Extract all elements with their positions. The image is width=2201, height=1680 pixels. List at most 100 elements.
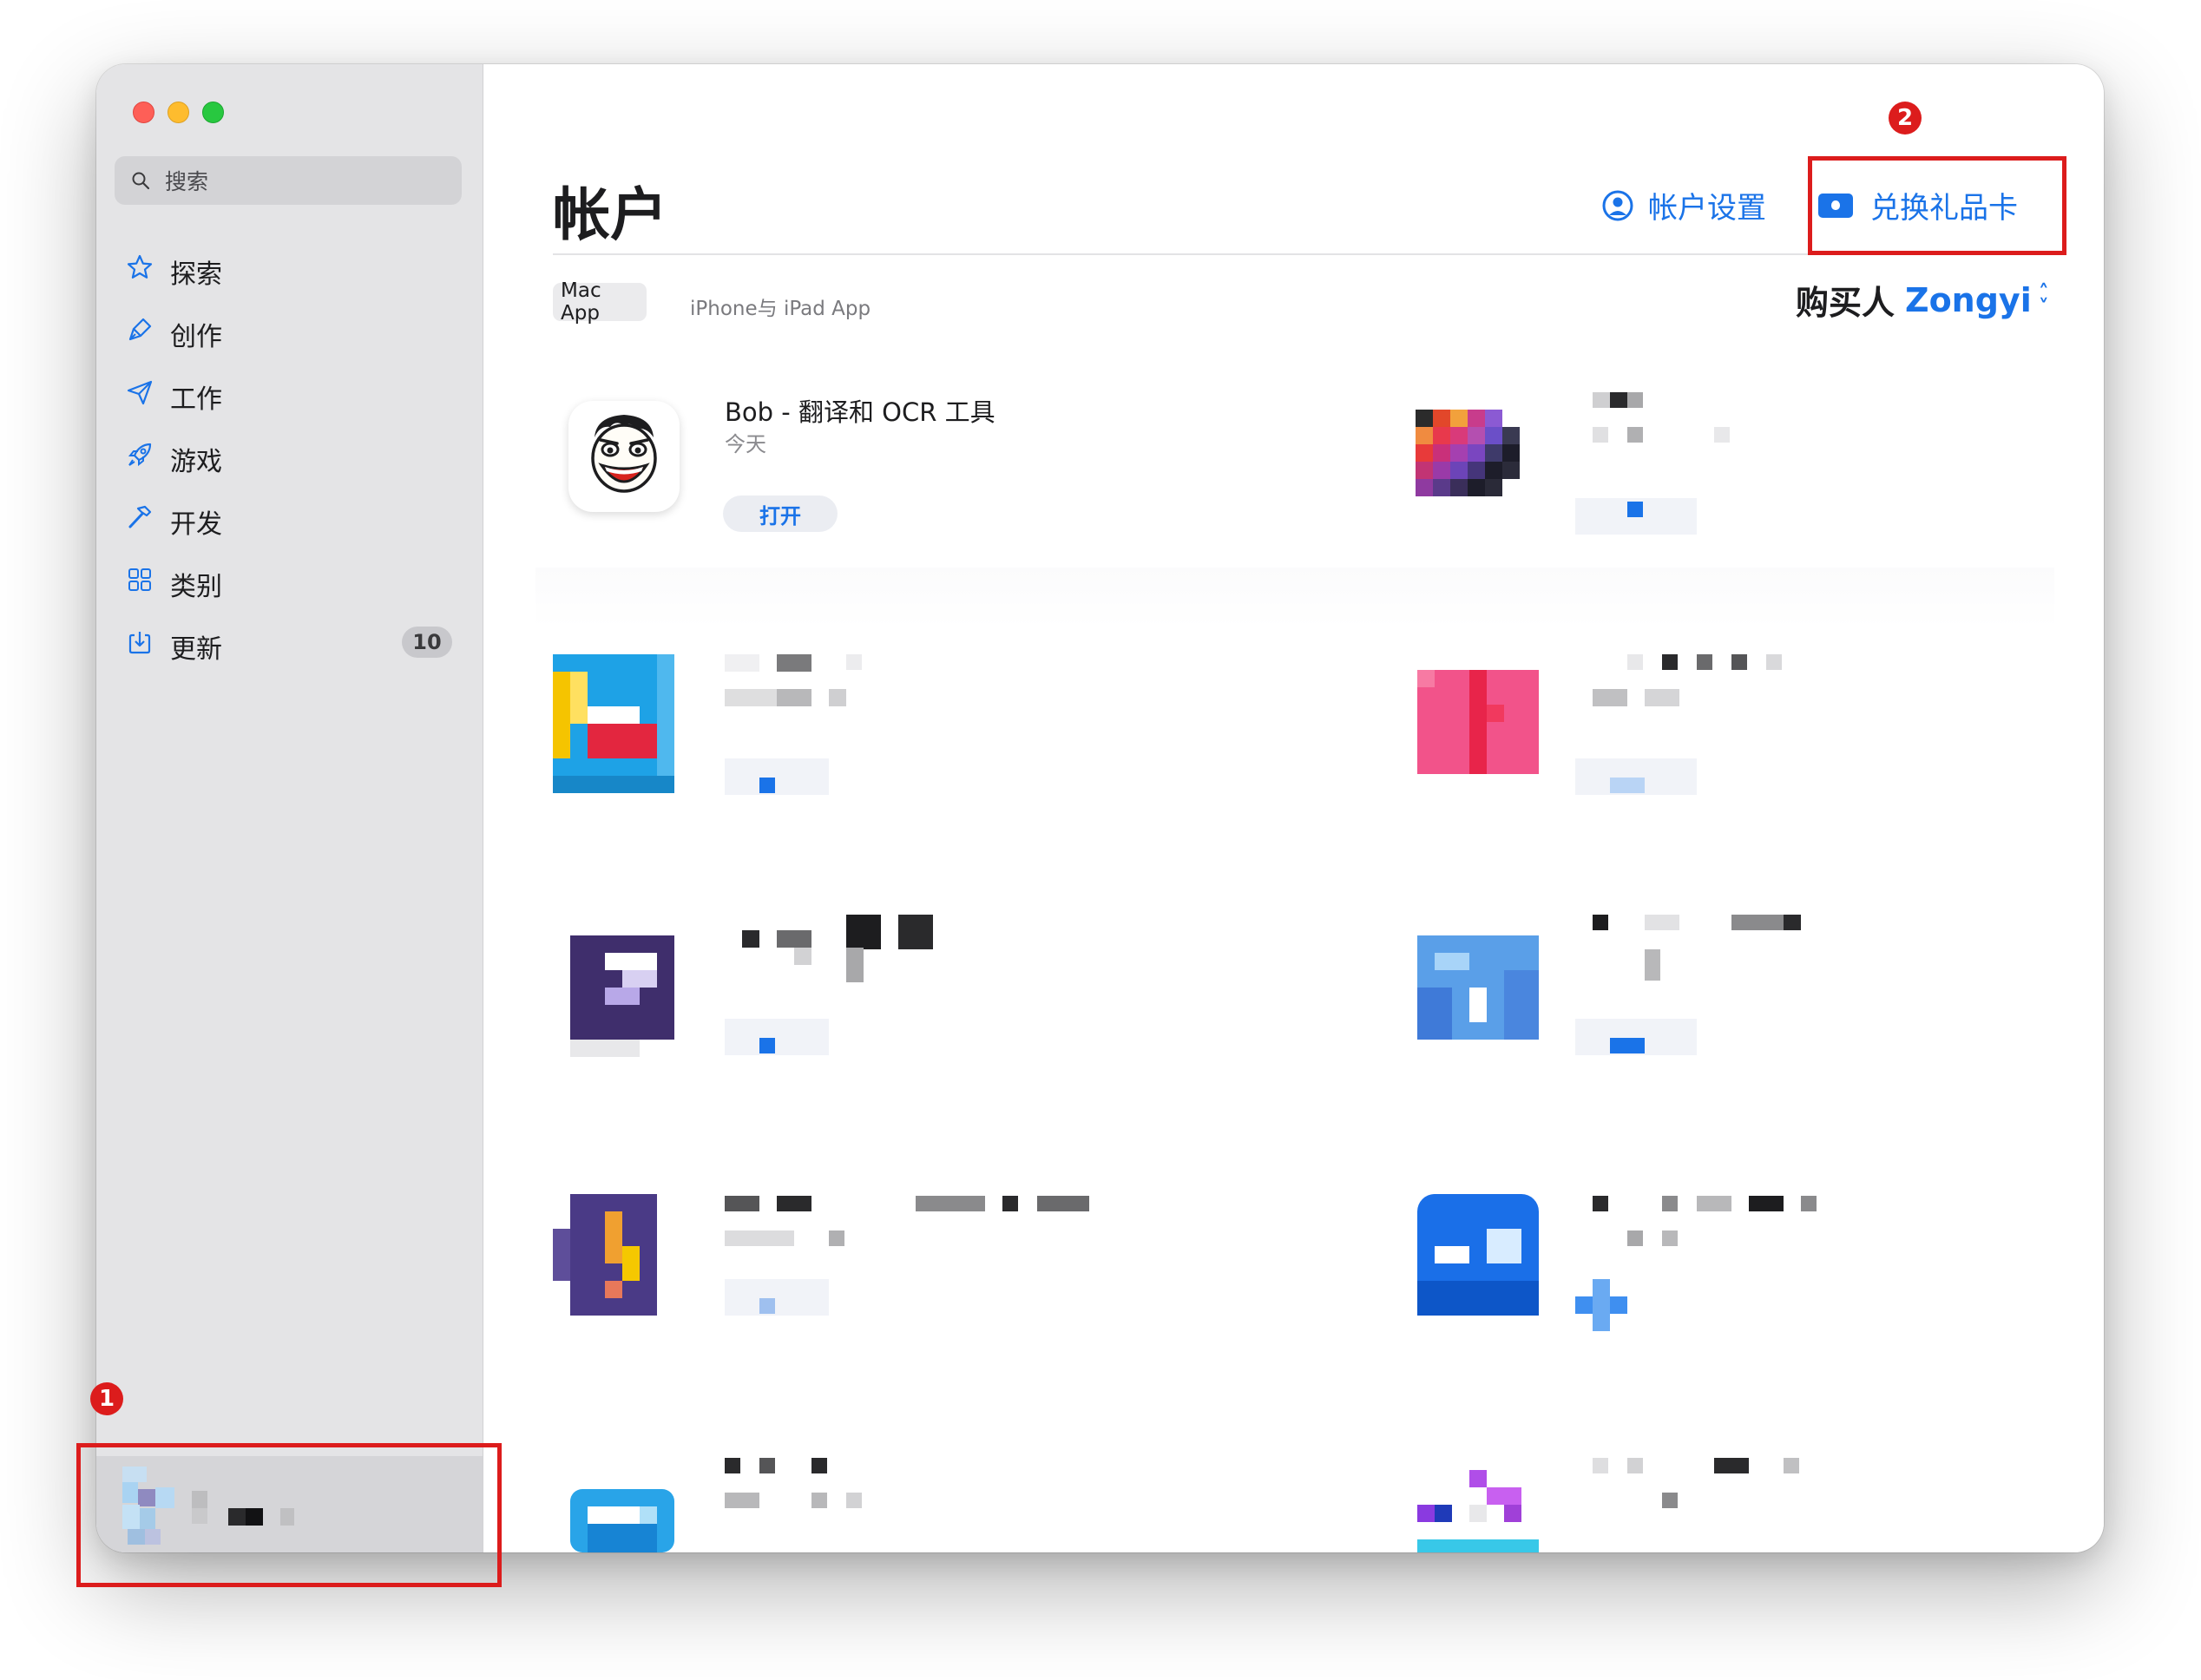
app-name-blurred <box>742 930 759 948</box>
sidebar-item-label: 更新 <box>170 634 222 665</box>
search-input[interactable]: 搜索 <box>115 156 462 205</box>
app-date-blurred <box>829 689 846 706</box>
app-date-blurred <box>1627 1230 1643 1246</box>
grid-icon <box>128 568 151 591</box>
paperplane-icon <box>127 380 153 405</box>
sidebar-item-label: 开发 <box>170 509 222 540</box>
app-action-button-blurred[interactable] <box>725 1279 829 1316</box>
app-date-blurred <box>811 1493 827 1508</box>
app-name-blurred <box>1749 1196 1784 1211</box>
app-icon-blurred[interactable] <box>1417 670 1539 791</box>
app-name-blurred <box>1697 1196 1731 1211</box>
brush-icon <box>128 318 152 341</box>
app-store-window: 搜索 探索 创作 工作 游戏 开发 类别 更新 10 帐户 帐户设置 兑换礼品卡… <box>96 64 2104 1552</box>
sidebar-item-work[interactable]: 工作 <box>96 366 483 418</box>
search-placeholder: 搜索 <box>165 169 209 194</box>
buyer-selector[interactable]: 购买人 Zongyi ˄ ˅ <box>1796 276 2049 324</box>
buyer-name: Zongyi <box>1905 280 2032 319</box>
tab-mac-app[interactable]: Mac App <box>553 279 647 325</box>
app-name-blurred <box>811 1458 827 1473</box>
app-icon-blurred[interactable] <box>570 935 692 1057</box>
app-action-button-blurred <box>759 778 775 793</box>
app-name-blurred <box>916 1196 985 1211</box>
close-window-button[interactable] <box>133 102 154 123</box>
sidebar-item-label: 工作 <box>170 384 222 415</box>
person-circle-icon <box>1602 190 1633 220</box>
callout-box-1 <box>76 1443 502 1587</box>
app-name-blurred <box>1697 654 1712 670</box>
app-name-blurred <box>1627 1458 1643 1473</box>
app-icon-blurred[interactable] <box>1417 1470 1539 1552</box>
app-name-blurred <box>1593 915 1608 930</box>
app-icon-blurred[interactable] <box>1417 1194 1539 1316</box>
sidebar-item-explore[interactable]: 探索 <box>96 241 483 293</box>
account-page: 帐户 帐户设置 兑换礼品卡 Mac App iPhone与 iPad App 购… <box>483 64 2104 1552</box>
hammer-icon <box>128 505 152 528</box>
app-name-blurred <box>846 654 862 670</box>
row-separator <box>535 568 2054 628</box>
callout-number-2: 2 <box>1889 102 1922 135</box>
app-date-blurred <box>1645 689 1679 706</box>
app-date-blurred <box>1662 1493 1678 1508</box>
sidebar-item-label: 探索 <box>170 259 222 290</box>
app-name-blurred <box>777 930 811 948</box>
app-name: Bob - 翻译和 OCR 工具 <box>725 397 995 427</box>
app-icon-blurred[interactable] <box>570 1472 692 1552</box>
app-name-blurred <box>777 654 811 672</box>
app-date-blurred <box>1627 427 1643 443</box>
minimize-window-button[interactable] <box>168 102 189 123</box>
app-name-blurred <box>1627 654 1643 670</box>
app-action-button-blurred <box>1610 778 1645 793</box>
account-settings-label: 帐户设置 <box>1648 191 1766 226</box>
app-name-blurred <box>1593 1196 1608 1211</box>
sidebar-item-develop[interactable]: 开发 <box>96 491 483 543</box>
sidebar-item-games[interactable]: 游戏 <box>96 429 483 481</box>
rocket-icon <box>128 443 152 467</box>
sidebar-item-label: 创作 <box>170 322 222 352</box>
account-settings-button[interactable]: 帐户设置 <box>1601 184 1766 226</box>
download-icon <box>128 632 151 654</box>
app-icon-blurred[interactable] <box>553 1194 674 1316</box>
app-icon-blurred[interactable] <box>553 654 674 793</box>
sidebar-item-label: 类别 <box>170 572 222 602</box>
app-name-blurred <box>1037 1196 1089 1211</box>
buyer-prefix: 购买人 <box>1796 284 1895 322</box>
sidebar-item-create[interactable]: 创作 <box>96 304 483 356</box>
app-date-blurred <box>829 1230 844 1246</box>
sidebar-item-label: 游戏 <box>170 447 222 477</box>
app-icon-blurred[interactable] <box>1416 410 1537 531</box>
sidebar-item-updates[interactable]: 更新 10 <box>96 616 483 668</box>
app-action-button-blurred <box>1610 1038 1645 1053</box>
chevron-up-down-icon: ˄ ˅ <box>2038 279 2049 319</box>
callout-number-1: 1 <box>90 1382 123 1415</box>
app-name-blurred <box>725 1196 759 1211</box>
app-action-button-blurred[interactable] <box>725 758 829 795</box>
zoom-window-button[interactable] <box>202 102 224 123</box>
app-action-button-blurred <box>759 1298 775 1314</box>
app-date-blurred <box>725 689 777 706</box>
app-purchase-date: 今天 <box>725 432 766 456</box>
open-app-button[interactable]: 打开 <box>723 495 838 532</box>
app-name-blurred <box>1731 654 1747 670</box>
app-icon-blurred[interactable] <box>1417 935 1539 1057</box>
app-date-blurred <box>725 1230 794 1246</box>
app-action-button-blurred <box>759 1038 775 1053</box>
bob-face-icon <box>591 415 657 493</box>
bob-app-icon[interactable] <box>568 401 680 512</box>
app-action-button-blurred[interactable] <box>725 1019 829 1055</box>
callout-box-2 <box>1808 156 2066 255</box>
updates-count-badge: 10 <box>402 627 452 658</box>
page-title: 帐户 <box>553 181 667 248</box>
app-name-blurred <box>1662 1196 1678 1211</box>
app-date-blurred <box>1593 689 1627 706</box>
app-name-blurred <box>1784 915 1801 930</box>
app-name-blurred <box>1766 654 1782 670</box>
search-icon <box>132 172 150 190</box>
sidebar-item-categories[interactable]: 类别 <box>96 554 483 606</box>
app-date-blurred <box>1662 1230 1678 1246</box>
app-name-blurred <box>846 915 881 949</box>
tab-iphone-ipad-app[interactable]: iPhone与 iPad App <box>690 292 871 321</box>
app-name-blurred <box>725 654 759 672</box>
app-name-blurred <box>759 1458 775 1473</box>
app-name-blurred <box>1593 1458 1608 1473</box>
